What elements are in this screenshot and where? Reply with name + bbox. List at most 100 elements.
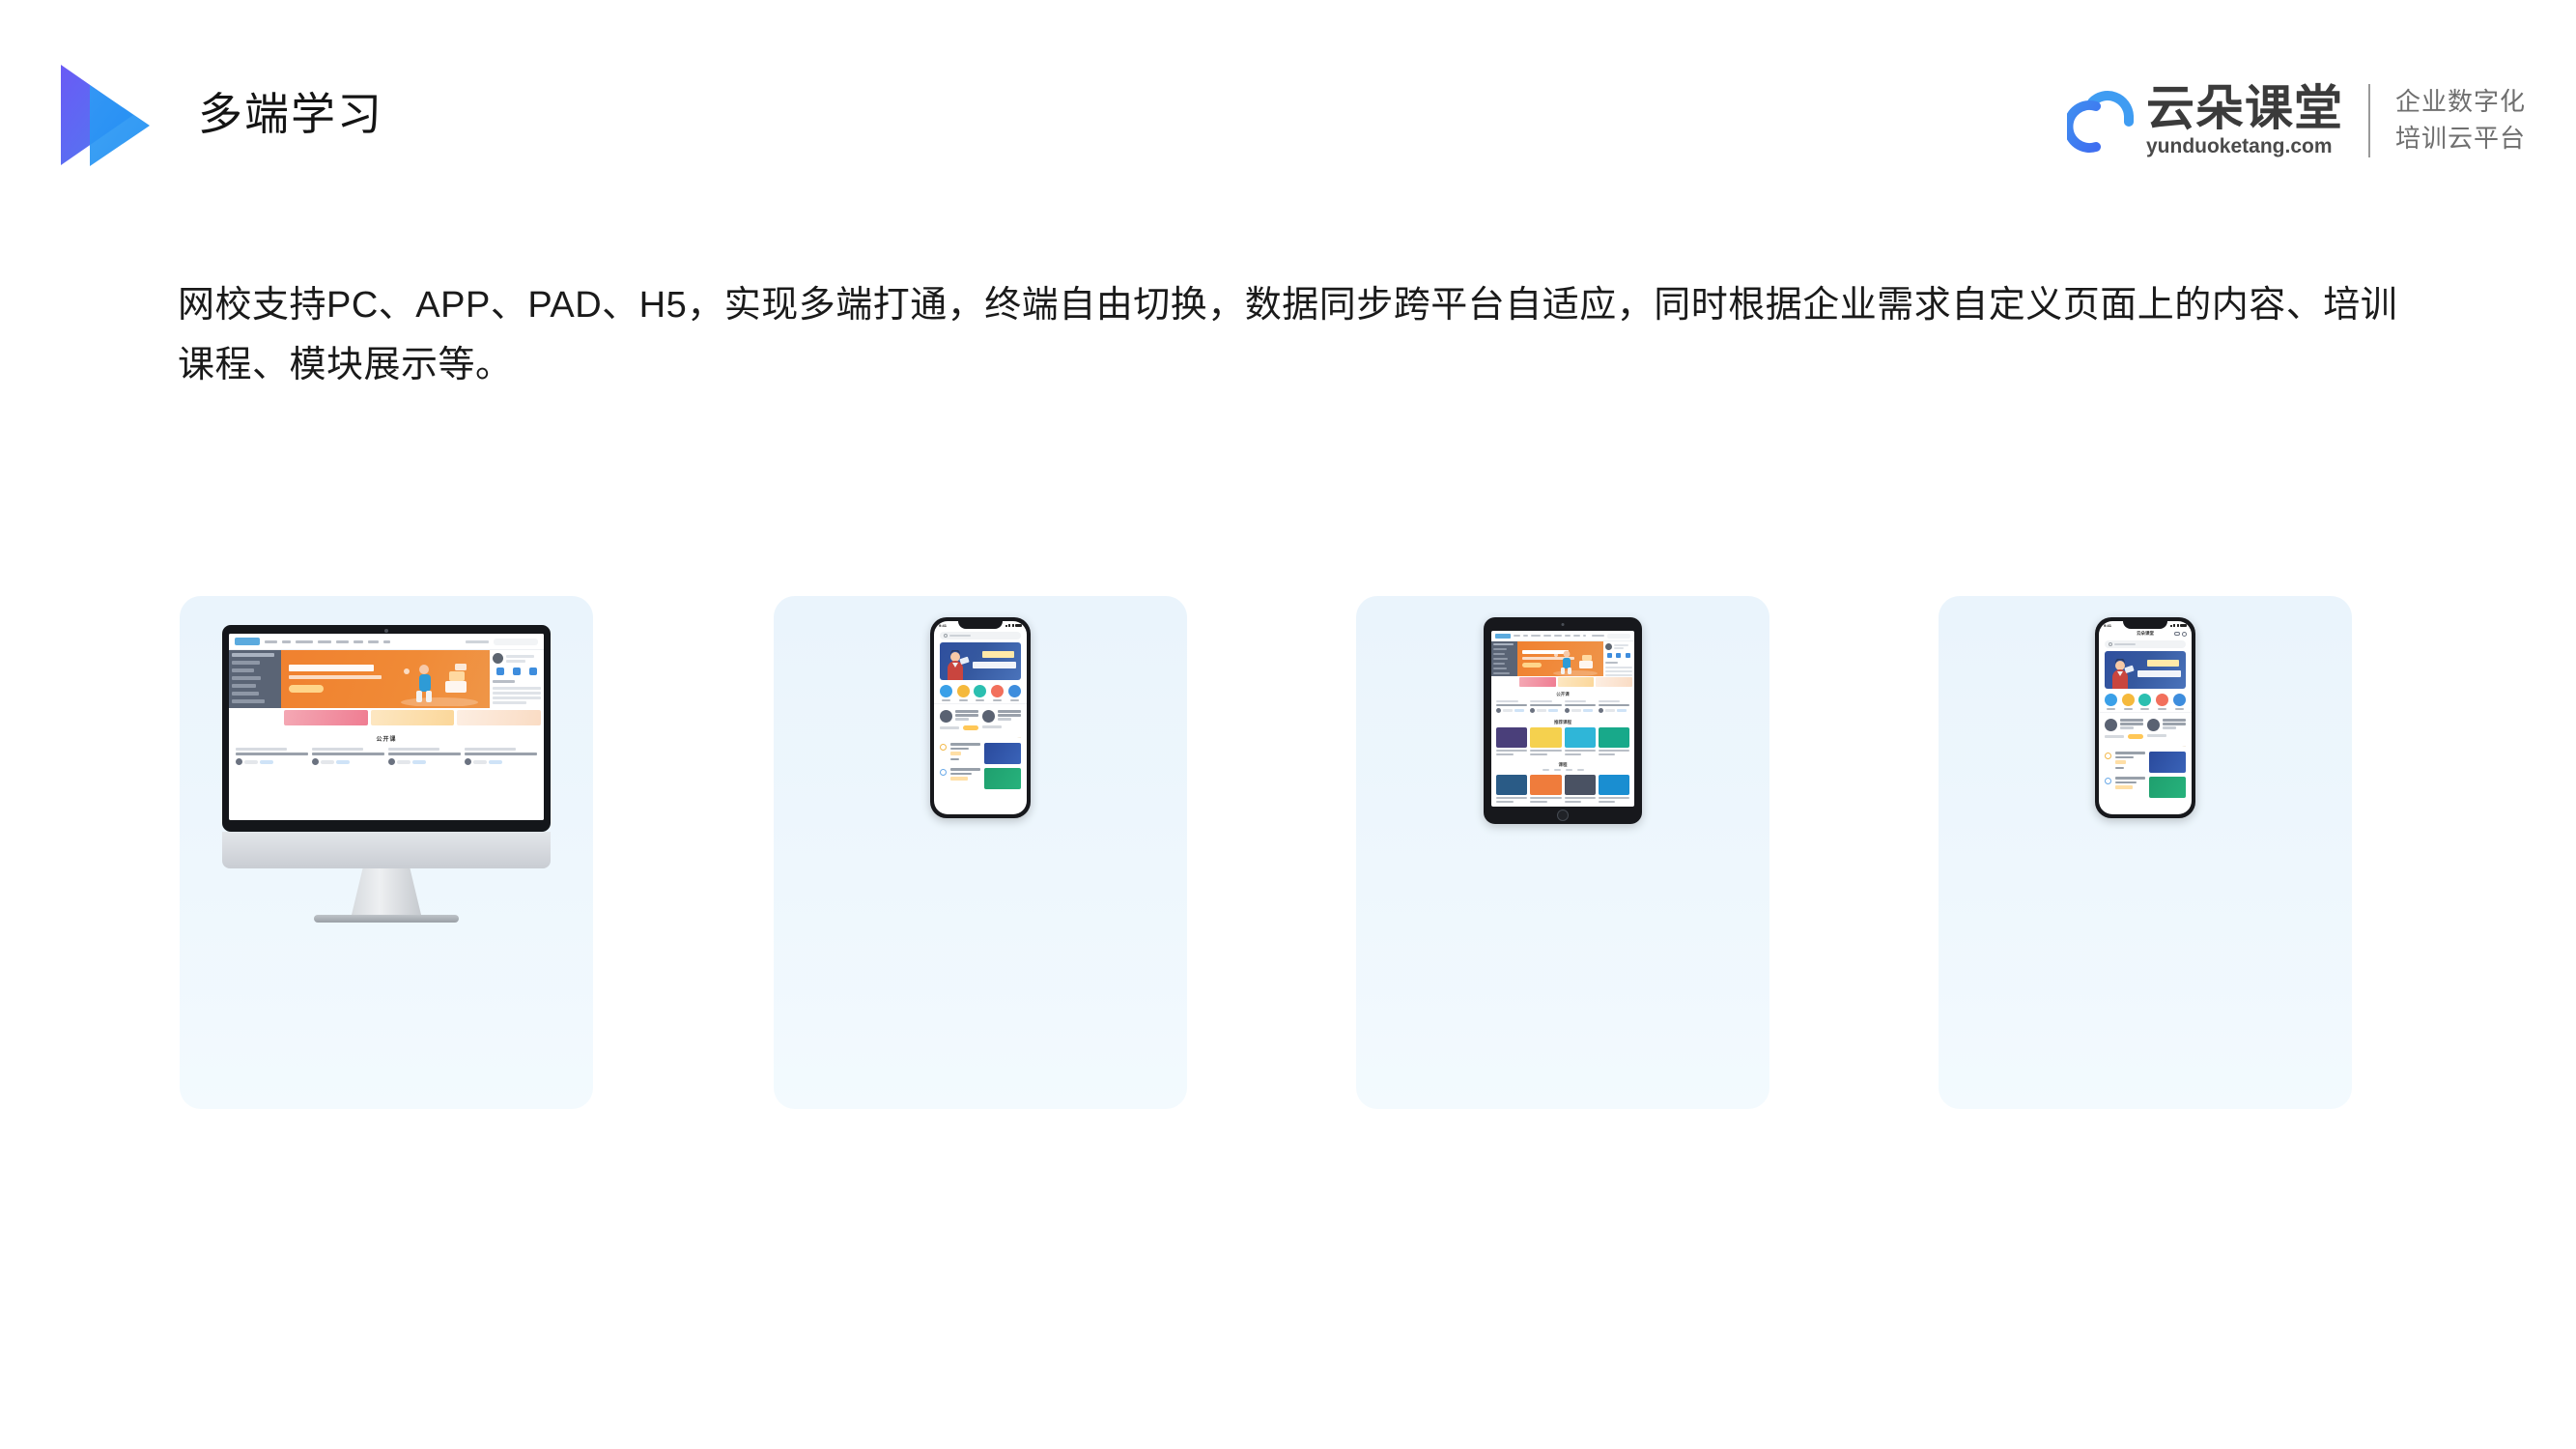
nav-icon-material[interactable]	[2172, 694, 2186, 710]
course-thumbnail	[2149, 752, 2186, 773]
banner-line1	[2147, 660, 2179, 667]
course-card[interactable]	[1564, 775, 1596, 804]
course-thumbnail	[982, 710, 995, 723]
monitor-chin	[222, 832, 551, 868]
device-card-pc[interactable]: 公开课	[180, 596, 593, 1109]
course-thumbnail	[2147, 719, 2160, 731]
quick-nav-icons[interactable]	[2099, 689, 2192, 712]
clock-icon	[940, 769, 947, 776]
monitor-base	[314, 915, 459, 923]
nav-icon-course-pack[interactable]	[956, 685, 970, 701]
search-placeholder	[949, 634, 971, 638]
clock-icon	[2105, 778, 2111, 784]
brand-tagline-line1: 企业数字化	[2394, 87, 2526, 117]
course-grid-row	[1491, 806, 1634, 807]
play-triangle-logo-icon	[58, 62, 159, 170]
avatar	[493, 653, 503, 664]
monitor-stand	[352, 868, 421, 915]
site-logo-icon	[1495, 633, 1511, 639]
pc-section-title: 公开课	[376, 737, 397, 743]
banner-line2	[973, 662, 1016, 668]
clock-icon	[2105, 753, 2111, 759]
search-icon	[944, 634, 948, 638]
app-title: 云朵课堂	[2137, 631, 2154, 636]
banner-line2	[2137, 670, 2181, 677]
nav-icon-topic[interactable]	[2138, 694, 2152, 710]
tablet-illustration: 公开课 推荐课程 课程	[1356, 596, 1769, 982]
course-card[interactable]	[1598, 775, 1629, 804]
brand-tagline-line2: 培训云平台	[2394, 124, 2526, 153]
live-course-card[interactable]	[2105, 719, 2143, 739]
course-card[interactable]	[1530, 727, 1562, 756]
quick-nav-icons[interactable]	[934, 680, 1027, 703]
brand-logo: 云朵课堂 yunduoketang.com 企业数字化 培训云平台	[2063, 68, 2526, 174]
live-course-card[interactable]	[982, 710, 1021, 730]
slide-header: 多端学习 云朵课堂 yunduoketang.com 企业数字化 培训云平台	[0, 48, 2576, 166]
search-placeholder	[2114, 642, 2136, 646]
status-time: 9:41	[939, 623, 948, 628]
brand-name: 云朵课堂	[2145, 81, 2343, 135]
course-card[interactable]	[1530, 775, 1562, 804]
avatar	[1605, 643, 1612, 650]
banner-line1	[982, 651, 1014, 658]
course-thumbnail	[940, 710, 952, 723]
webcam-dot	[384, 629, 388, 633]
slide-root: 多端学习 云朵课堂 yunduoketang.com 企业数字化 培训云平台 网…	[0, 0, 2576, 1449]
recommend-item[interactable]	[2099, 750, 2192, 775]
recommend-item[interactable]	[934, 741, 1027, 766]
status-time: 9:41	[2104, 623, 2112, 628]
brand-divider	[2367, 84, 2370, 157]
nav-icon-live[interactable]	[2156, 694, 2169, 710]
smartphone-illustration-app: 9:41 ···	[774, 596, 1187, 982]
promo-banner	[284, 710, 368, 725]
promo-banner[interactable]	[940, 642, 1021, 680]
home-button[interactable]	[1557, 810, 1569, 821]
recommend-item[interactable]	[2099, 775, 2192, 800]
section-recommend-header: ···	[2182, 745, 2187, 749]
close-icon[interactable]	[2182, 631, 2187, 637]
course-card[interactable]	[1496, 727, 1528, 756]
section-recommend-header: ···	[1017, 736, 1022, 740]
enroll-button[interactable]	[963, 725, 978, 730]
recommend-item[interactable]	[934, 766, 1027, 791]
live-course-card[interactable]	[2147, 719, 2186, 739]
brand-url: yunduoketang.com	[2145, 135, 2333, 157]
enroll-button[interactable]	[2128, 734, 2143, 739]
clock-icon	[940, 744, 947, 751]
nav-icon-material[interactable]	[1007, 685, 1021, 701]
brand-tagline: 企业数字化 培训云平台	[2395, 87, 2526, 154]
course-grid-row	[1491, 725, 1634, 758]
device-card-pad[interactable]: 公开课 推荐课程 课程	[1356, 596, 1769, 1109]
status-icons	[1005, 623, 1022, 628]
search-input[interactable]	[940, 632, 1021, 639]
device-card-row: 公开课 9:41 ··· 公开课 推荐课程 课程 9:41 云朵课堂 ···	[0, 596, 2576, 1137]
nav-icon-topic[interactable]	[974, 685, 987, 701]
course-thumbnail	[984, 743, 1021, 764]
page-title: 多端学习	[198, 89, 383, 139]
nav-icon-course-pack[interactable]	[2121, 694, 2135, 710]
phone-notch	[2123, 621, 2167, 629]
status-icons	[2169, 623, 2187, 628]
course-card[interactable]	[1598, 727, 1629, 756]
phone-notch	[958, 621, 1003, 629]
device-card-h5[interactable]: 9:41 云朵课堂 ···	[1939, 596, 2352, 1109]
course-thumbnail	[2149, 777, 2186, 798]
more-icon[interactable]	[2174, 632, 2180, 636]
site-logo-icon	[235, 638, 260, 645]
course-thumbnail	[2105, 719, 2117, 731]
smartphone-illustration-h5: 9:41 云朵课堂 ···	[1939, 596, 2352, 982]
promo-banner[interactable]	[2105, 651, 2186, 689]
search-icon	[2109, 642, 2112, 646]
nav-icon-courses[interactable]	[2105, 694, 2118, 710]
cloud-icon	[2063, 87, 2142, 162]
intro-paragraph: 网校支持PC、APP、PAD、H5，实现多端打通，终端自由切换，数据同步跨平台自…	[178, 285, 2398, 385]
desktop-monitor-illustration: 公开课	[180, 596, 593, 982]
course-card[interactable]	[1496, 775, 1528, 804]
device-card-app[interactable]: 9:41 ···	[774, 596, 1187, 1109]
nav-icon-courses[interactable]	[940, 685, 953, 701]
live-course-card[interactable]	[940, 710, 978, 730]
promo-banner	[370, 710, 455, 725]
search-input[interactable]	[2105, 640, 2186, 648]
nav-icon-live[interactable]	[991, 685, 1005, 701]
course-card[interactable]	[1564, 727, 1596, 756]
